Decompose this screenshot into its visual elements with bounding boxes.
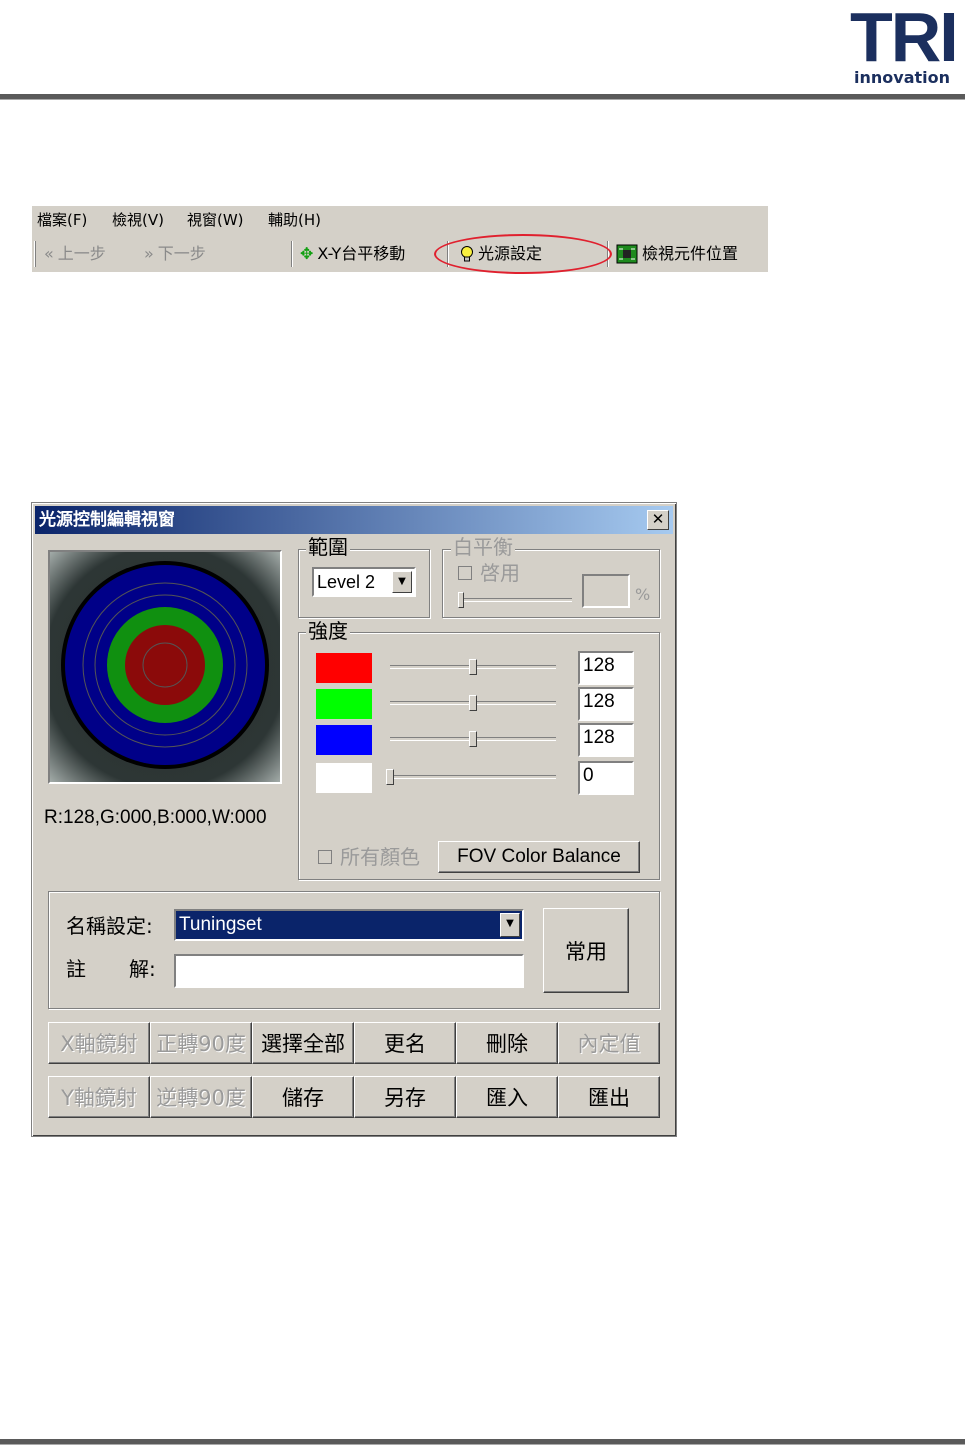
- channel-slider-thumb[interactable]: [469, 695, 477, 711]
- light-control-dialog: 光源控制編輯視窗 ✕ R:128,G:000,B:000,W:000 範圍 Le…: [31, 502, 677, 1137]
- dialog-title: 光源控制編輯視窗: [39, 510, 175, 530]
- next-step-label: 下一步: [157, 244, 206, 263]
- channel-slider-thumb[interactable]: [469, 659, 477, 675]
- channel-color-swatch: [316, 689, 372, 719]
- menubar: 檔案(F) 檢視(V) 視窗(W) 輔助(H): [32, 206, 768, 234]
- channel-value-field[interactable]: 128: [578, 687, 634, 721]
- footer-rule-light: [0, 1444, 965, 1445]
- menu-window[interactable]: 視窗(W): [184, 209, 247, 231]
- menu-help[interactable]: 輔助(H): [265, 209, 324, 231]
- comment-label-part2: 解:: [129, 957, 156, 981]
- menu-view[interactable]: 檢視(V): [109, 209, 167, 231]
- channel-color-swatch: [316, 763, 372, 793]
- action-button[interactable]: 逆轉90度: [150, 1076, 252, 1118]
- double-chevron-right-icon: »: [144, 244, 154, 263]
- white-balance-percent-field[interactable]: [582, 574, 630, 608]
- action-button[interactable]: 選擇全部: [252, 1022, 354, 1064]
- action-button[interactable]: 更名: [354, 1022, 456, 1064]
- action-button[interactable]: 匯入: [456, 1076, 558, 1118]
- rgbw-status-text: R:128,G:000,B:000,W:000: [44, 807, 267, 828]
- comment-field[interactable]: [174, 954, 524, 988]
- channel-color-swatch: [316, 653, 372, 683]
- logo-subtitle: innovation: [854, 68, 950, 87]
- toolbar-separator: [291, 241, 293, 267]
- menu-file[interactable]: 檔案(F): [34, 209, 90, 231]
- comment-label-part1: 註: [66, 957, 86, 981]
- percent-sign: %: [635, 585, 651, 604]
- view-component-position-label: 檢視元件位置: [642, 244, 739, 263]
- toolbar: « 上一步 » 下一步 ✥ X-Y台平移動 光源設定 檢視元件位置: [32, 237, 768, 272]
- prev-step-label: 上一步: [57, 244, 106, 263]
- close-button[interactable]: ✕: [647, 510, 669, 530]
- next-step-button[interactable]: » 下一步: [144, 240, 206, 268]
- xy-stage-move-button[interactable]: ✥ X-Y台平移動: [300, 240, 405, 268]
- range-select[interactable]: Level 2 ▼: [312, 567, 416, 597]
- dropdown-arrow-icon[interactable]: ▼: [500, 913, 520, 937]
- action-button[interactable]: 刪除: [456, 1022, 558, 1064]
- dialog-titlebar[interactable]: 光源控制編輯視窗 ✕: [35, 506, 673, 534]
- channel-slider-thumb[interactable]: [386, 769, 394, 785]
- action-button[interactable]: Y軸鏡射: [48, 1076, 150, 1118]
- company-logo: TRI innovation: [848, 0, 965, 92]
- channel-intensity-slider[interactable]: [390, 775, 556, 779]
- chip-icon: [616, 244, 638, 264]
- white-balance-enable-label: 啓用: [480, 561, 520, 585]
- action-button[interactable]: 內定值: [558, 1022, 660, 1064]
- light-preview-image: [48, 550, 282, 784]
- logo-mark: TRI: [850, 0, 959, 76]
- channel-value-field[interactable]: 128: [578, 651, 634, 685]
- action-button[interactable]: 儲存: [252, 1076, 354, 1118]
- light-rings-graphic: [50, 552, 280, 782]
- name-setting-label: 名稱設定:: [66, 914, 153, 938]
- xy-stage-move-label: X-Y台平移動: [317, 244, 406, 263]
- white-balance-group-label: 白平衡: [451, 535, 515, 559]
- move-arrows-icon: ✥: [300, 244, 314, 263]
- all-colors-label: 所有顏色: [340, 845, 420, 869]
- intensity-group-label: 強度: [306, 619, 350, 643]
- action-button[interactable]: X軸鏡射: [48, 1022, 150, 1064]
- channel-slider-thumb[interactable]: [469, 731, 477, 747]
- channel-value-field[interactable]: 128: [578, 723, 634, 757]
- app-menubar-toolbar: 檔案(F) 檢視(V) 視窗(W) 輔助(H) « 上一步 » 下一步 ✥ X-…: [32, 206, 768, 274]
- range-group-label: 範圍: [306, 535, 350, 559]
- channel-color-swatch: [316, 725, 372, 755]
- name-setting-value: Tuningset: [179, 914, 262, 935]
- highlight-ellipse: [434, 234, 612, 274]
- toolbar-grip[interactable]: [34, 241, 36, 267]
- action-button[interactable]: 匯出: [558, 1076, 660, 1118]
- action-button[interactable]: 另存: [354, 1076, 456, 1118]
- all-colors-checkbox[interactable]: [318, 850, 332, 864]
- header-rule-light: [0, 99, 965, 100]
- white-balance-slider[interactable]: [460, 598, 572, 602]
- prev-step-button[interactable]: « 上一步: [44, 240, 106, 268]
- action-button[interactable]: 正轉90度: [150, 1022, 252, 1064]
- dropdown-arrow-icon[interactable]: ▼: [392, 571, 412, 593]
- inner-ring: [125, 625, 205, 705]
- close-icon: ✕: [651, 510, 665, 528]
- fov-color-balance-button[interactable]: FOV Color Balance: [438, 841, 640, 873]
- channel-value-field[interactable]: 0: [578, 761, 634, 795]
- range-select-value: Level 2: [317, 572, 376, 592]
- view-component-position-button[interactable]: 檢視元件位置: [616, 240, 738, 268]
- white-balance-slider-thumb[interactable]: [458, 592, 464, 608]
- white-balance-enable-checkbox[interactable]: [458, 566, 472, 580]
- common-button[interactable]: 常用: [543, 908, 629, 993]
- name-setting-select[interactable]: Tuningset ▼: [174, 909, 524, 941]
- double-chevron-left-icon: «: [44, 244, 54, 263]
